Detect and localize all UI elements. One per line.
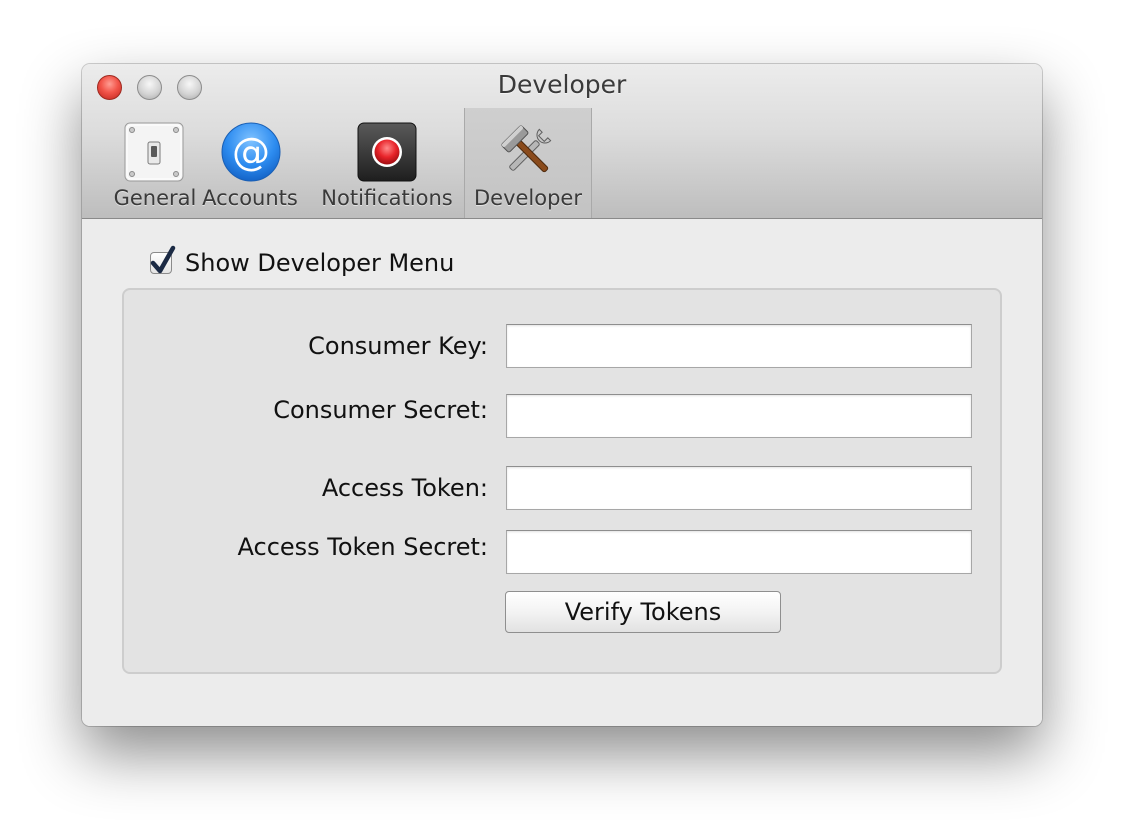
access-token-secret-input[interactable] <box>506 530 972 574</box>
consumer-key-input[interactable] <box>506 324 972 368</box>
light-switch-icon <box>124 122 184 182</box>
show-developer-menu-label: Show Developer Menu <box>185 249 455 277</box>
window-title: Developer <box>497 70 627 99</box>
svg-text:@: @ <box>232 130 270 174</box>
hammer-wrench-icon <box>498 122 558 182</box>
window-toolbar: Developer General @ Accounts Notificatio… <box>82 64 1042 219</box>
developer-pane: Show Developer Menu Consumer Key: Consum… <box>82 219 1042 726</box>
access-token-label: Access Token: <box>321 474 488 502</box>
tab-general[interactable]: General <box>96 108 214 218</box>
tab-developer[interactable]: Developer <box>464 108 592 218</box>
verify-tokens-button[interactable]: Verify Tokens <box>505 591 781 633</box>
access-token-input[interactable] <box>506 466 972 510</box>
checkmark-icon <box>150 245 176 274</box>
tab-general-label: General <box>113 186 197 210</box>
record-icon <box>357 122 417 182</box>
at-sign-icon: @ <box>221 122 281 182</box>
tab-developer-label: Developer <box>473 186 582 210</box>
access-token-secret-label: Access Token Secret: <box>237 533 489 561</box>
preferences-window: Developer General @ Accounts Notificatio… <box>82 64 1042 726</box>
tab-accounts[interactable]: @ Accounts <box>198 108 302 218</box>
consumer-key-label: Consumer Key: <box>308 332 488 360</box>
tab-accounts-label: Accounts <box>202 186 298 210</box>
oauth-credentials-group: Consumer Key: Consumer Secret: Access To… <box>122 288 1002 674</box>
consumer-secret-input[interactable] <box>506 394 972 438</box>
tab-notifications-label: Notifications <box>321 186 453 210</box>
tab-notifications[interactable]: Notifications <box>318 108 456 218</box>
consumer-secret-label: Consumer Secret: <box>273 396 488 424</box>
show-developer-menu-row[interactable]: Show Developer Menu <box>150 245 455 280</box>
show-developer-menu-checkbox[interactable] <box>150 245 176 274</box>
